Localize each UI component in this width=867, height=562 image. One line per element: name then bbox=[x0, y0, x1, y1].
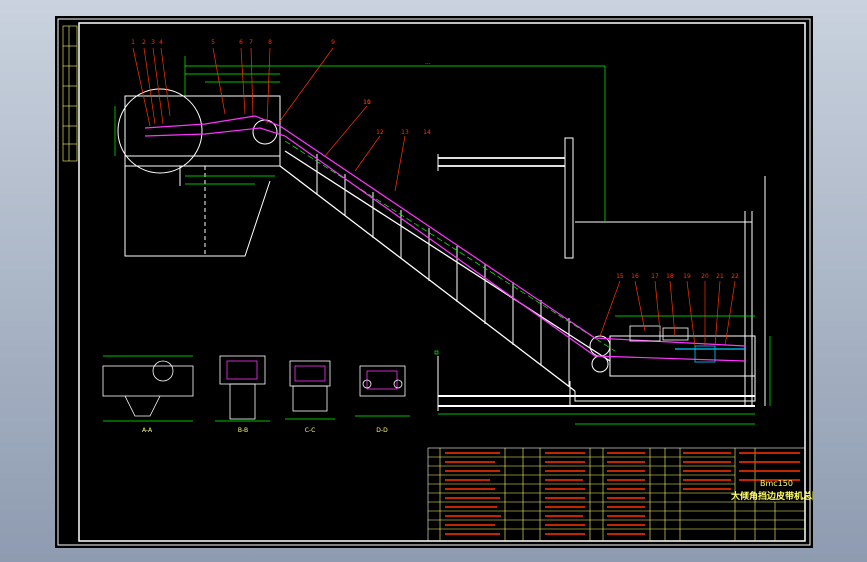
callout-16: 16 bbox=[631, 273, 639, 280]
section-views bbox=[102, 355, 410, 422]
callout-9: 9 bbox=[331, 39, 335, 46]
callout-11: 11 bbox=[363, 99, 371, 106]
callout-17: 17 bbox=[651, 273, 659, 280]
callout-15: 15 bbox=[616, 273, 624, 280]
callout-8: 8 bbox=[268, 39, 272, 46]
section-label-2: B-B bbox=[238, 427, 248, 434]
callout-18: 18 bbox=[666, 273, 674, 280]
section-label-1: A-A bbox=[142, 427, 153, 434]
callout-21: 21 bbox=[716, 273, 724, 280]
callout-labels: 1 2 3 4 5 6 7 8 9101112 13 1415 16 17 18 19 20 21 22 bbox=[131, 39, 739, 280]
dimension-lines: ... bbox=[114, 56, 771, 425]
section-label-3: C-C bbox=[305, 427, 316, 434]
callout-12: 12 bbox=[376, 129, 384, 136]
callout-14: 14 bbox=[423, 129, 431, 136]
callout-5: 5 bbox=[211, 39, 215, 46]
callout-3: 3 bbox=[151, 39, 155, 46]
conveyor-drawing: ... 1 2 3 4 5 6 7 8 9101112 13 1415 16 1… bbox=[57, 18, 813, 546]
inner-border bbox=[78, 22, 806, 542]
drawing-model: Bmc150 bbox=[760, 479, 793, 488]
callout-7: 7 bbox=[249, 39, 253, 46]
margin-stamp bbox=[62, 25, 78, 162]
callout-22: 22 bbox=[731, 273, 739, 280]
leader-lines bbox=[132, 47, 736, 347]
section-label-4: D-D bbox=[376, 427, 388, 434]
callout-20: 20 bbox=[701, 273, 709, 280]
drawing-sheet: ... 1 2 3 4 5 6 7 8 9 10 11 12 13 14 15 … bbox=[55, 16, 813, 548]
drawing-title: 大倾角挡边皮带机总图 bbox=[731, 490, 813, 502]
section-view-labels: A-A B-B C-C D-D bbox=[142, 427, 388, 434]
callout-1: 1 bbox=[131, 39, 135, 46]
callout-2: 2 bbox=[142, 39, 146, 46]
callout-19: 19 bbox=[683, 273, 691, 280]
callout-4: 4 bbox=[159, 39, 163, 46]
support-structure bbox=[117, 88, 766, 411]
belt-path bbox=[144, 115, 746, 362]
callout-6: 6 bbox=[239, 39, 243, 46]
svg-text:...: ... bbox=[425, 59, 431, 66]
callout-13: 13 bbox=[401, 129, 409, 136]
